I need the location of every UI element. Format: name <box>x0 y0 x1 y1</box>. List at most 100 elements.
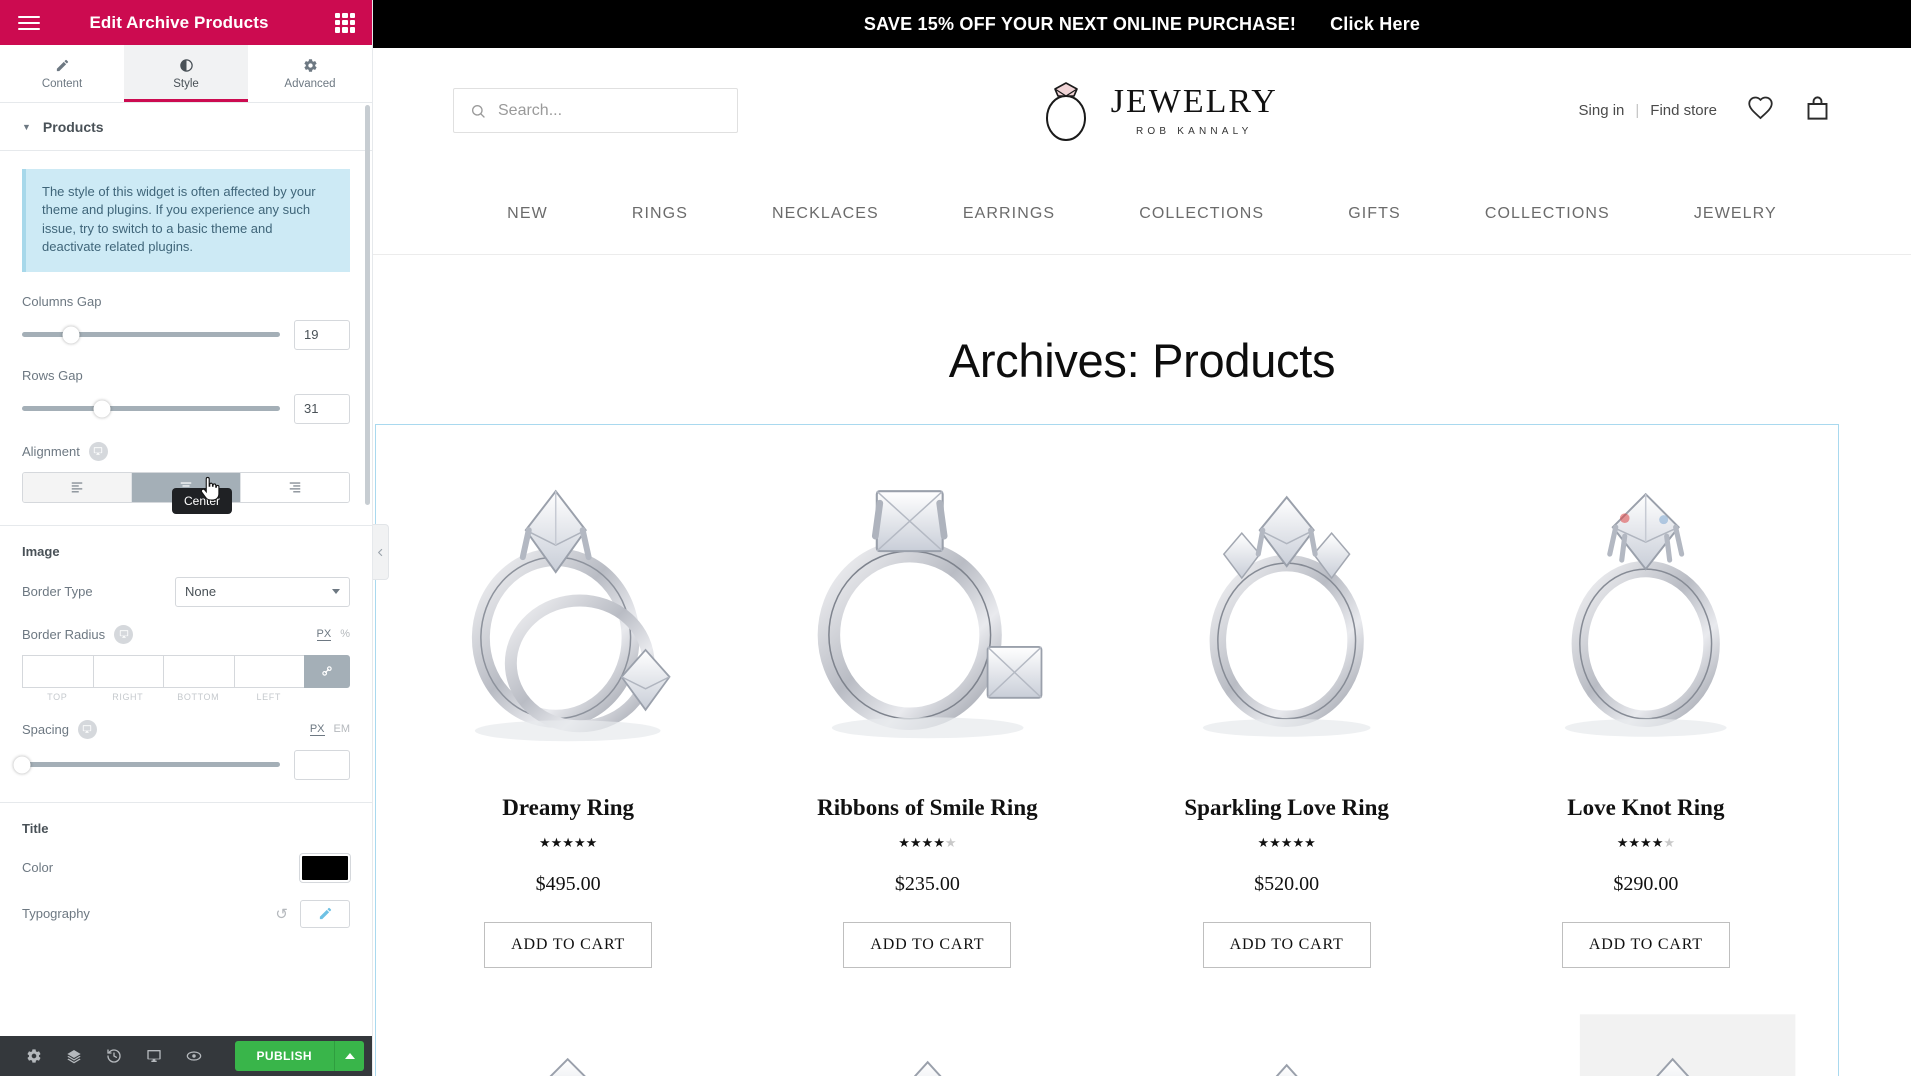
spacing-input[interactable] <box>294 749 350 780</box>
spacing-slider[interactable] <box>13 756 280 774</box>
product-image[interactable] <box>1476 443 1816 773</box>
signin-link[interactable]: Sing in <box>1579 102 1625 119</box>
nav-item-necklaces[interactable]: NECKLACES <box>730 205 921 223</box>
spacing-knob[interactable] <box>13 756 31 774</box>
tab-content-label: Content <box>41 77 83 90</box>
responsive-icon[interactable] <box>134 1036 174 1076</box>
search-input[interactable]: Search... <box>453 88 738 133</box>
product-image[interactable] <box>398 999 738 1076</box>
product-image[interactable] <box>1117 999 1457 1076</box>
border-radius-left-input[interactable] <box>233 654 304 688</box>
findstore-link[interactable]: Find store <box>1650 102 1717 119</box>
align-left-button[interactable] <box>23 472 132 502</box>
site-logo[interactable]: JEWELRY ROB KANNALY <box>1039 80 1278 142</box>
add-to-cart-button[interactable]: ADD TO CART <box>1561 922 1730 968</box>
section-products-header[interactable]: ▼ Products <box>0 103 372 151</box>
spacing-unit-px-button[interactable]: PX <box>309 723 325 736</box>
chevron-down-icon <box>332 589 340 595</box>
columns-gap-input[interactable]: 19 <box>294 319 350 350</box>
rows-gap-slider[interactable] <box>22 400 280 418</box>
preview-eye-icon[interactable] <box>174 1036 214 1076</box>
product-name[interactable]: Dreamy Ring <box>398 795 738 821</box>
site-preview: SAVE 15% OFF YOUR NEXT ONLINE PURCHASE! … <box>373 0 1911 1076</box>
link-icon[interactable] <box>304 654 350 688</box>
product-card[interactable] <box>398 999 738 1076</box>
border-radius-bottom-input[interactable] <box>163 654 234 688</box>
tab-style[interactable]: Style <box>124 45 248 102</box>
publish-button[interactable]: PUBLISH <box>234 1041 334 1071</box>
tab-content[interactable]: Content <box>0 45 124 102</box>
nav-item-collections[interactable]: COLLECTIONS <box>1097 205 1306 223</box>
history-icon[interactable] <box>94 1036 134 1076</box>
product-card[interactable] <box>1476 999 1816 1076</box>
product-card[interactable] <box>757 999 1097 1076</box>
align-right-button[interactable] <box>241 472 349 502</box>
search-placeholder: Search... <box>498 101 563 119</box>
product-card[interactable]: Love Knot Ring ★★★★★ $290.00 ADD TO CART <box>1476 443 1816 968</box>
add-to-cart-button[interactable]: ADD TO CART <box>1202 922 1371 968</box>
grid-icon[interactable] <box>330 8 360 38</box>
rows-gap-knob[interactable] <box>93 400 111 418</box>
rows-gap-input[interactable]: 31 <box>294 393 350 424</box>
product-name[interactable]: Love Knot Ring <box>1476 795 1816 821</box>
image-heading-label: Image <box>22 543 60 559</box>
border-radius-top-input[interactable] <box>22 654 93 688</box>
responsive-toggle-spacing[interactable] <box>77 719 97 739</box>
product-image[interactable] <box>1117 443 1457 773</box>
heart-icon[interactable] <box>1747 95 1774 127</box>
spacing-unit-em-button[interactable]: EM <box>334 723 351 736</box>
control-border-radius: Border Radius PX % TOP RIGHT BOTTOM LEFT <box>22 624 350 702</box>
columns-gap-slider[interactable] <box>22 326 280 344</box>
nav-item-jewelry[interactable]: JEWELRY <box>1652 205 1819 223</box>
border-type-value: None <box>185 584 217 600</box>
reset-icon[interactable]: ↺ <box>275 905 288 923</box>
product-image[interactable] <box>398 443 738 773</box>
nav-item-earrings[interactable]: EARRINGS <box>921 205 1097 223</box>
control-border-type: Border Type None <box>22 576 350 607</box>
products-grid: Dreamy Ring ★★★★★ $495.00 ADD TO CART Ri… <box>376 425 1838 1076</box>
panel-scrollbar[interactable] <box>365 105 370 505</box>
unit-percent-button[interactable]: % <box>340 628 350 641</box>
control-title-color: Color <box>22 853 350 882</box>
nav-item-gifts[interactable]: GIFTS <box>1306 205 1443 223</box>
nav-item-rings[interactable]: RINGS <box>590 205 730 223</box>
columns-gap-knob[interactable] <box>62 326 80 344</box>
mouse-cursor-icon <box>200 476 220 501</box>
label-left: LEFT <box>256 691 281 702</box>
products-widget-frame[interactable]: Dreamy Ring ★★★★★ $495.00 ADD TO CART Ri… <box>375 424 1839 1076</box>
typography-edit-button[interactable] <box>300 899 350 928</box>
hamburger-icon[interactable] <box>12 6 46 40</box>
page-title: Archives: Products <box>948 334 1336 387</box>
border-radius-units: PX % <box>316 628 350 641</box>
add-to-cart-button[interactable]: ADD TO CART <box>484 922 653 968</box>
promo-cta-link[interactable]: Click Here <box>1330 14 1420 35</box>
shopping-bag-icon[interactable] <box>1804 95 1831 127</box>
product-image[interactable] <box>757 999 1097 1076</box>
tab-advanced[interactable]: Advanced <box>248 45 372 102</box>
gear-icon[interactable] <box>14 1036 54 1076</box>
layers-icon[interactable] <box>54 1036 94 1076</box>
unit-px-button[interactable]: PX <box>316 628 332 641</box>
spacing-units: PX EM <box>309 723 351 736</box>
border-radius-right-input[interactable] <box>92 654 163 688</box>
product-name[interactable]: Ribbons of Smile Ring <box>757 795 1097 821</box>
border-radius-inputs <box>22 654 350 688</box>
responsive-toggle-border-radius[interactable] <box>114 624 134 644</box>
responsive-toggle-alignment[interactable] <box>88 441 108 461</box>
product-image[interactable] <box>757 443 1097 773</box>
nav-item-collections-2[interactable]: COLLECTIONS <box>1443 205 1652 223</box>
publish-options-button[interactable] <box>334 1041 364 1071</box>
product-card[interactable] <box>1117 999 1457 1076</box>
product-name[interactable]: Sparkling Love Ring <box>1117 795 1457 821</box>
product-image[interactable] <box>1476 999 1816 1076</box>
add-to-cart-button[interactable]: ADD TO CART <box>843 922 1012 968</box>
product-card[interactable]: Ribbons of Smile Ring ★★★★★ $235.00 ADD … <box>757 443 1097 968</box>
panel-collapse-handle[interactable] <box>373 524 389 580</box>
control-rows-gap: Rows Gap 31 <box>22 368 350 424</box>
border-type-select[interactable]: None <box>175 576 350 607</box>
product-card[interactable]: Sparkling Love Ring ★★★★★ $520.00 ADD TO… <box>1117 443 1457 968</box>
product-card[interactable]: Dreamy Ring ★★★★★ $495.00 ADD TO CART <box>398 443 738 968</box>
nav-item-new[interactable]: NEW <box>465 205 590 223</box>
title-color-swatch[interactable] <box>300 853 350 882</box>
panel-scroll-area[interactable]: ▼ Products The style of this widget is o… <box>0 103 372 1036</box>
